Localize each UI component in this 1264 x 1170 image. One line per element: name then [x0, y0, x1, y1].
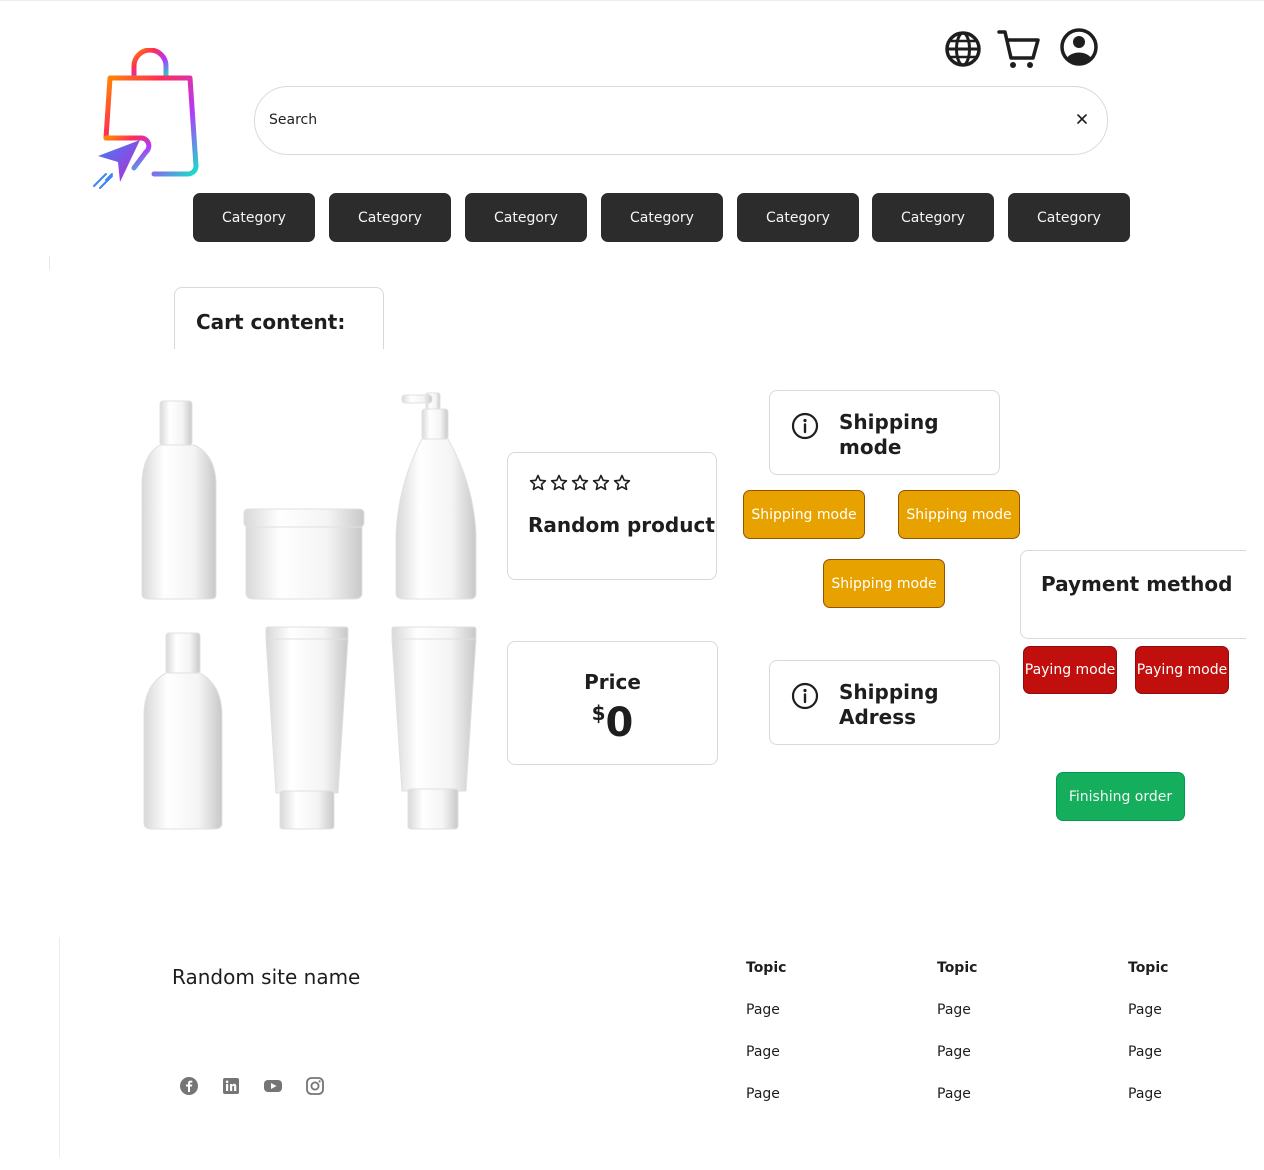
star-outline-icon[interactable]	[528, 473, 548, 493]
finishing-order-button[interactable]: Finishing order	[1056, 772, 1185, 821]
payment-method-card: Payment method	[1020, 550, 1246, 639]
price-card: Price $0	[507, 641, 718, 765]
footer-page-link[interactable]: Page	[1128, 1044, 1162, 1060]
price-value: $0	[508, 700, 717, 746]
category-button[interactable]: Category	[601, 193, 723, 242]
shipping-address-title: Shipping Adress	[839, 680, 939, 729]
product-rating[interactable]	[528, 473, 632, 493]
footer-divider	[59, 937, 60, 1157]
close-icon[interactable]	[1073, 110, 1091, 128]
footer-page-link[interactable]: Page	[746, 1044, 780, 1060]
footer-topic: Topic	[1128, 960, 1169, 976]
cart-content-title: Cart content:	[196, 310, 346, 334]
linkedin-icon[interactable]	[221, 1076, 241, 1096]
user-icon[interactable]	[1059, 28, 1099, 68]
category-button[interactable]: Category	[1008, 193, 1130, 242]
category-button[interactable]: Category	[872, 193, 994, 242]
shipping-mode-card: Shipping mode	[769, 390, 1000, 475]
instagram-icon[interactable]	[305, 1076, 325, 1096]
shopping-bag-logo[interactable]	[90, 47, 206, 194]
footer-page-link[interactable]: Page	[746, 1086, 780, 1102]
currency-symbol: $	[591, 701, 606, 725]
star-outline-icon[interactable]	[591, 473, 611, 493]
search-input[interactable]: Search	[254, 86, 1108, 155]
footer-topic: Topic	[746, 960, 787, 976]
footer-page-link[interactable]: Page	[1128, 1086, 1162, 1102]
star-outline-icon[interactable]	[549, 473, 569, 493]
info-icon	[790, 411, 820, 441]
footer-page-link[interactable]: Page	[1128, 1002, 1162, 1018]
price-amount: 0	[605, 700, 634, 746]
facebook-icon[interactable]	[179, 1076, 199, 1096]
cart-icon[interactable]	[997, 28, 1040, 68]
footer-page-link[interactable]: Page	[937, 1002, 971, 1018]
shipping-mode-button[interactable]: Shipping mode	[743, 490, 865, 539]
shipping-address-card[interactable]: Shipping Adress	[769, 660, 1000, 745]
divider	[49, 256, 50, 270]
category-button[interactable]: Category	[737, 193, 859, 242]
globe-icon[interactable]	[943, 28, 983, 68]
shipping-mode-button[interactable]: Shipping mode	[823, 559, 945, 608]
category-button[interactable]: Category	[329, 193, 451, 242]
category-button[interactable]: Category	[465, 193, 587, 242]
cart-content-header: Cart content:	[174, 287, 384, 349]
footer-page-link[interactable]: Page	[937, 1086, 971, 1102]
shipping-mode-button[interactable]: Shipping mode	[898, 490, 1020, 539]
category-button[interactable]: Category	[193, 193, 315, 242]
star-outline-icon[interactable]	[570, 473, 590, 493]
product-name: Random product	[528, 513, 715, 537]
payment-method-title: Payment method	[1041, 572, 1233, 596]
footer-page-link[interactable]: Page	[746, 1002, 780, 1018]
info-icon	[790, 681, 820, 711]
cosmetics-bottles-image[interactable]	[130, 385, 490, 845]
star-outline-icon[interactable]	[612, 473, 632, 493]
youtube-icon[interactable]	[263, 1076, 283, 1096]
footer-page-link[interactable]: Page	[937, 1044, 971, 1060]
product-card[interactable]: Random product	[507, 452, 717, 580]
shipping-mode-title: Shipping mode	[839, 410, 939, 459]
top-divider	[0, 0, 1264, 1]
footer-topic: Topic	[937, 960, 978, 976]
price-label: Price	[584, 670, 641, 694]
site-name: Random site name	[172, 965, 361, 989]
search-placeholder: Search	[269, 112, 318, 128]
paying-mode-button[interactable]: Paying mode	[1135, 646, 1229, 694]
paying-mode-button[interactable]: Paying mode	[1023, 646, 1117, 694]
